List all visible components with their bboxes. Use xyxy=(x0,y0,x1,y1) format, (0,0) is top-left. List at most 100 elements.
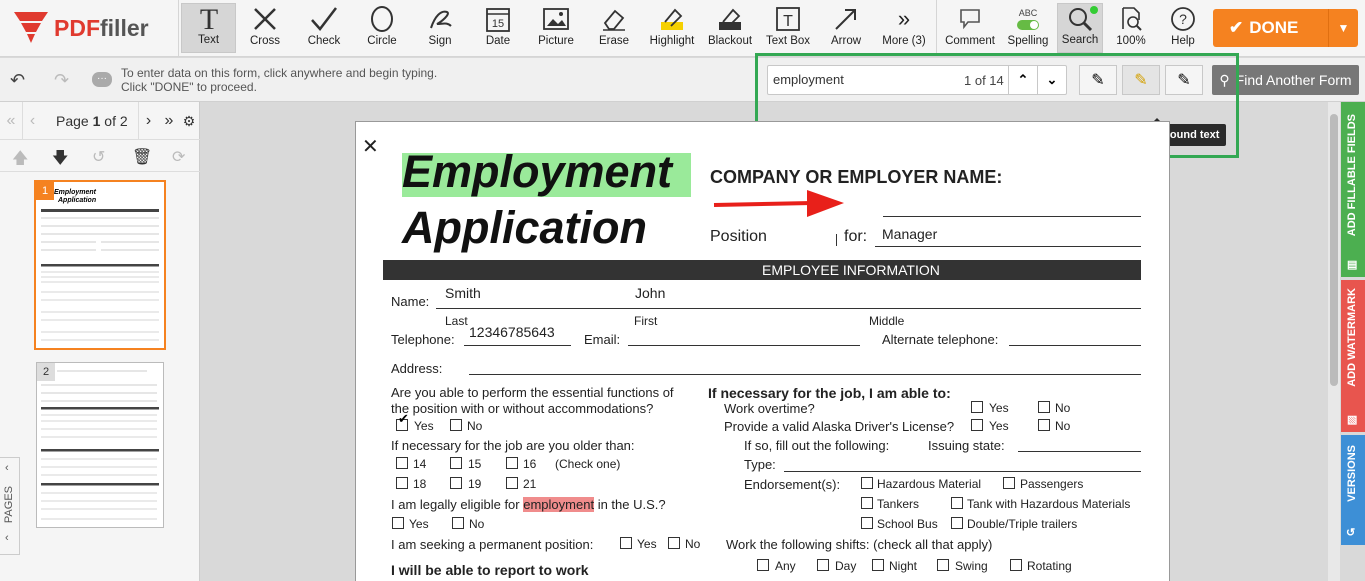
add-fillable-fields-tab[interactable]: ADD FILLABLE FIELDS ▤ xyxy=(1341,102,1365,277)
refresh-icon[interactable]: ⟳ xyxy=(172,147,185,167)
license-yes-checkbox[interactable] xyxy=(971,419,983,431)
pages-panel: « ‹ Page 1 of 2 › » ⚙ 🡅 🡇 ↺ 🗑 ⟳ 1 Employ… xyxy=(0,102,200,581)
document-scrollbar[interactable] xyxy=(1328,102,1340,581)
next-page-button[interactable]: › xyxy=(138,102,158,140)
tool-spelling[interactable]: ABC Spelling xyxy=(1002,3,1054,53)
zoom-icon xyxy=(1119,3,1143,35)
page-thumbnail-1[interactable]: 1 Employment Application xyxy=(34,180,166,350)
pdffiller-logo[interactable]: PDFfiller xyxy=(14,10,149,46)
eligible-yes-checkbox[interactable] xyxy=(392,517,404,529)
tool-erase[interactable]: Erase xyxy=(589,3,639,53)
move-down-icon[interactable]: 🡇 xyxy=(52,147,68,174)
move-up-icon[interactable]: 🡅 xyxy=(12,147,28,174)
overtime-no-checkbox[interactable] xyxy=(1038,401,1050,413)
tool-highlight[interactable]: Highlight xyxy=(645,3,699,53)
settings-gear-icon[interactable]: ⚙ xyxy=(180,102,198,140)
telephone-field[interactable]: 12346785643 xyxy=(469,324,555,340)
done-button[interactable]: ✔ DONE ▼ xyxy=(1213,9,1358,47)
document-page[interactable]: ✕ Employment Application COMPANY OR EMPL… xyxy=(355,121,1170,581)
page-thumbnail-2[interactable]: 2 xyxy=(36,362,164,528)
type-label: Type: xyxy=(744,457,776,472)
tool-blackout[interactable]: Blackout xyxy=(704,3,756,53)
if-so-label: If so, fill out the following: xyxy=(744,438,890,453)
add-watermark-tab[interactable]: ADD WATERMARK ▧ xyxy=(1341,280,1365,432)
tool-comment[interactable]: Comment xyxy=(942,3,998,53)
tool-search[interactable]: Search xyxy=(1057,3,1103,53)
cross-icon xyxy=(252,3,278,35)
arrow-icon xyxy=(833,3,859,35)
close-icon[interactable]: ✕ xyxy=(362,134,379,159)
tool-sign[interactable]: Sign xyxy=(415,3,465,53)
thumbnail-preview xyxy=(41,370,159,520)
age-18-checkbox[interactable] xyxy=(396,477,408,489)
last-page-button[interactable]: » xyxy=(159,102,179,140)
textbox-icon: T xyxy=(775,3,801,35)
permanent-no-checkbox[interactable] xyxy=(668,537,680,549)
shift-any-checkbox[interactable] xyxy=(757,559,769,571)
date-icon-number: 15 xyxy=(492,18,504,30)
age-14-checkbox[interactable] xyxy=(396,457,408,469)
versions-tab[interactable]: VERSIONS ↺ xyxy=(1341,435,1365,545)
red-arrow-annotation[interactable] xyxy=(712,188,847,220)
type-field[interactable] xyxy=(784,471,1141,472)
shift-day-checkbox[interactable] xyxy=(817,559,829,571)
first-page-button[interactable]: « xyxy=(2,102,20,140)
permanent-yes-checkbox[interactable] xyxy=(620,537,632,549)
undo-button[interactable]: ↶ xyxy=(10,70,25,91)
license-no-checkbox[interactable] xyxy=(1038,419,1050,431)
shift-night-checkbox[interactable] xyxy=(872,559,884,571)
endorse-tank-hazmat-checkbox[interactable] xyxy=(951,497,963,509)
pages-tab[interactable]: ‹ PAGES ‹ xyxy=(0,457,20,555)
delete-page-icon[interactable]: 🗑 xyxy=(132,147,152,167)
tool-cross[interactable]: Cross xyxy=(240,3,290,53)
redo-button[interactable]: ↷ xyxy=(54,70,69,91)
page-tools: 🡅 🡇 ↺ 🗑 ⟳ xyxy=(0,140,200,172)
tool-text[interactable]: T Text xyxy=(181,3,236,53)
tool-more[interactable]: » More (3) xyxy=(878,3,930,53)
chevron-down-icon: ▼ xyxy=(1337,21,1350,35)
license-label: Provide a valid Alaska Driver's License? xyxy=(724,419,955,434)
email-field[interactable] xyxy=(628,345,860,346)
endorse-school-bus-checkbox[interactable] xyxy=(861,517,873,529)
endorse-hazmat-checkbox[interactable] xyxy=(861,477,873,489)
endorse-passengers-checkbox[interactable] xyxy=(1003,477,1015,489)
more-icon: » xyxy=(897,6,911,31)
tool-circle[interactable]: Circle xyxy=(357,3,407,53)
endorse-double-triple-checkbox[interactable] xyxy=(951,517,963,529)
age-21-checkbox[interactable] xyxy=(506,477,518,489)
alt-phone-field[interactable] xyxy=(1009,345,1141,346)
tool-date[interactable]: 15 Date xyxy=(473,3,523,53)
functions-no-checkbox[interactable] xyxy=(450,419,462,431)
age-16-checkbox[interactable] xyxy=(506,457,518,469)
address-field[interactable] xyxy=(469,374,1141,375)
tool-arrow[interactable]: Arrow xyxy=(820,3,872,53)
issuing-state-field[interactable] xyxy=(1018,451,1141,452)
doc-title-application: Application xyxy=(402,202,647,253)
done-dropdown-button[interactable]: ▼ xyxy=(1328,9,1358,47)
tool-zoom[interactable]: 100% xyxy=(1108,3,1154,53)
endorse-tankers-checkbox[interactable] xyxy=(861,497,873,509)
prev-page-button[interactable]: ‹ xyxy=(22,102,42,140)
tool-textbox[interactable]: T Text Box xyxy=(762,3,814,53)
tool-help[interactable]: ? Help xyxy=(1160,3,1206,53)
age-19-checkbox[interactable] xyxy=(450,477,462,489)
overtime-yes-checkbox[interactable] xyxy=(971,401,983,413)
last-name-field[interactable]: Smith xyxy=(445,285,481,301)
text-icon: T xyxy=(196,4,222,34)
eligible-no-checkbox[interactable] xyxy=(452,517,464,529)
check-icon xyxy=(310,3,338,35)
shift-rotating-checkbox[interactable] xyxy=(1010,559,1022,571)
rotate-icon[interactable]: ↺ xyxy=(92,147,105,167)
age-15-checkbox[interactable] xyxy=(450,457,462,469)
position-field[interactable]: Manager xyxy=(882,226,937,242)
picture-icon xyxy=(543,3,569,35)
pager: « ‹ Page 1 of 2 › » ⚙ xyxy=(0,102,200,140)
tool-check[interactable]: Check xyxy=(298,3,350,53)
logo-text-filler: filler xyxy=(100,14,149,41)
scrollbar-thumb[interactable] xyxy=(1330,114,1338,386)
first-name-field[interactable]: John xyxy=(635,285,665,301)
blackout-icon xyxy=(717,3,743,35)
svg-text:T: T xyxy=(199,5,217,33)
shift-swing-checkbox[interactable] xyxy=(937,559,949,571)
tool-picture[interactable]: Picture xyxy=(531,3,581,53)
